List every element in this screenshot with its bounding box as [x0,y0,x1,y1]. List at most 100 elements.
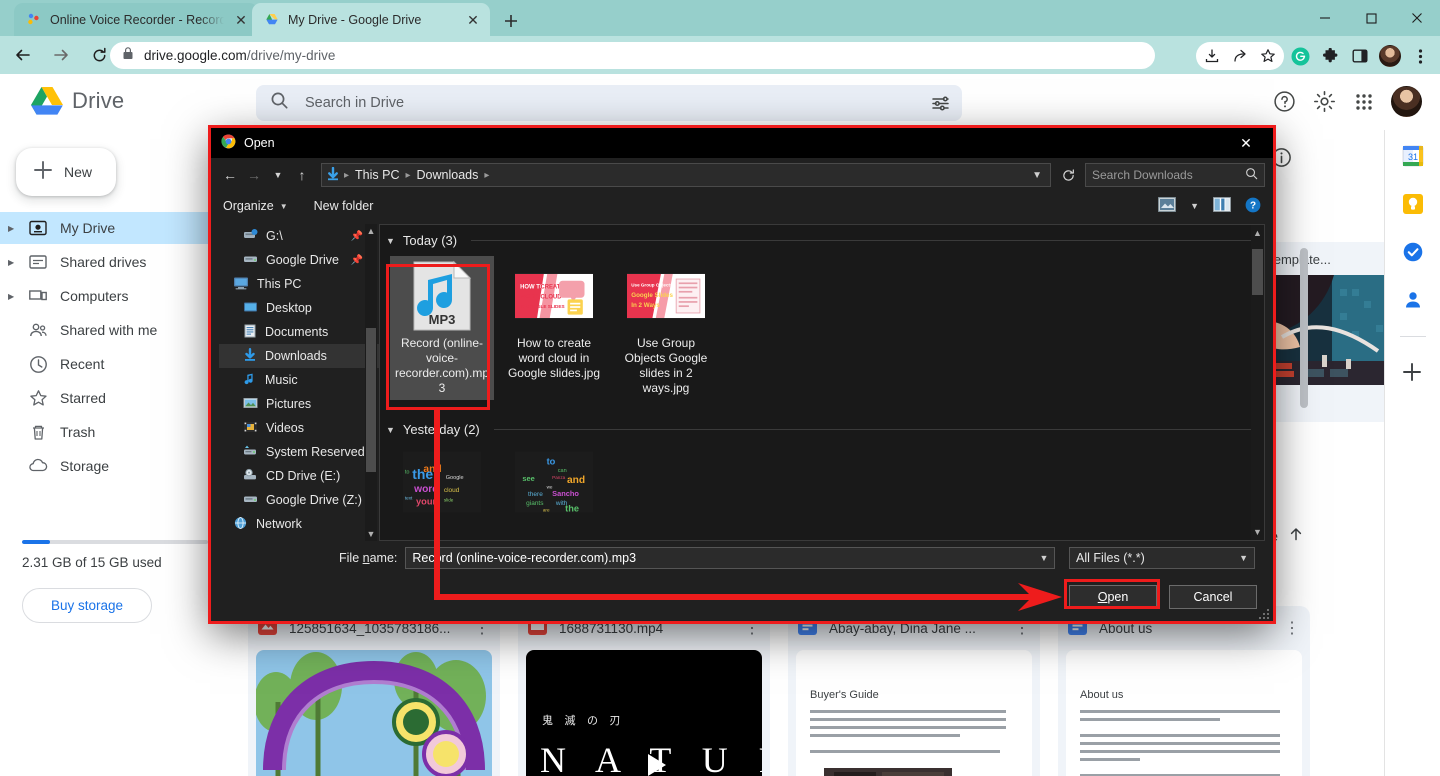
chevron-right-icon[interactable]: ▶ [8,258,16,267]
open-button[interactable]: Open [1069,585,1157,609]
nav-pane-item-this-pc[interactable]: This PC [219,272,379,296]
file-card[interactable]: About us ⋮ About us [1058,606,1310,776]
chevron-down-icon[interactable]: ▼ [386,425,395,435]
scroll-down-arrow-icon[interactable]: ▼ [365,527,377,541]
recent-locations-caret-icon[interactable]: ▼ [267,163,289,187]
bookmark-star-icon[interactable] [1254,42,1282,70]
up-one-level-icon[interactable]: ↑ [291,163,313,187]
add-apps-plus-icon[interactable] [1401,361,1425,385]
file-tile[interactable]: HOW TO CREATE WORD CLOUD IN GOOGLE SLIDE… [502,256,606,400]
tab-close-icon[interactable]: ✕ [464,11,482,29]
nav-pane-item-videos[interactable]: Videos [219,416,379,440]
sidebar-item-storage[interactable]: Storage [0,450,230,482]
organize-button[interactable]: Organize ▼ [223,199,288,213]
minimize-icon[interactable] [1302,0,1348,36]
nav-pane-item-g-drive[interactable]: G:\ 📌 [219,224,379,248]
file-tile[interactable]: and the to Google word cloud your text s… [390,445,494,519]
dialog-forward-icon[interactable]: → [243,163,265,187]
dialog-file-list[interactable]: ▼ Today (3) MP3 Record (online-voice-rec… [379,224,1265,541]
nav-pane-item-downloads[interactable]: Downloads [219,344,379,368]
grammarly-icon[interactable] [1286,42,1314,70]
chevron-down-icon[interactable]: ▼ [1239,553,1248,563]
file-card[interactable]: Abay-abay, Dina Jane ... ⋮ Buyer's Guide [788,606,1040,776]
sidebar-item-trash[interactable]: Trash [0,416,230,448]
sidebar-item-recent[interactable]: Recent [0,348,230,380]
sidebar-item-shared-drives[interactable]: ▶ Shared drives [0,246,230,278]
sidebar-item-my-drive[interactable]: ▶ My Drive [0,212,230,244]
scroll-down-arrow-icon[interactable]: ▼ [1251,524,1264,540]
file-tile-selected[interactable]: MP3 Record (online-voice-recorder.com).m… [390,256,494,400]
install-icon[interactable] [1198,42,1226,70]
sidebar-item-starred[interactable]: Starred [0,382,230,414]
profile-avatar[interactable] [1376,42,1404,70]
refresh-icon[interactable] [1057,163,1079,187]
browser-tab-2[interactable]: My Drive - Google Drive ✕ [252,3,490,36]
scrollbar-thumb[interactable] [1252,249,1263,295]
sidebar-item-computers[interactable]: ▶ Computers [0,280,230,312]
file-card[interactable]: 125851634_1035783186... ⋮ [248,606,500,776]
chevron-down-icon[interactable]: ▼ [1039,553,1048,563]
forward-icon[interactable] [46,40,76,70]
file-card-menu-icon[interactable]: ⋮ [1284,618,1300,638]
change-view-icon[interactable] [1158,197,1176,215]
tune-icon[interactable] [931,94,950,118]
file-card[interactable]: 1688731130.mp4 ⋮ 鬼 滅 の 刃 N A T U R A L [518,606,770,776]
resize-grip[interactable] [1259,608,1269,619]
extensions-puzzle-icon[interactable] [1316,42,1344,70]
buy-storage-button[interactable]: Buy storage [22,588,152,623]
google-apps-grid-icon[interactable] [1351,89,1377,115]
chrome-menu-icon[interactable] [1406,42,1434,70]
browser-tab-1[interactable]: Online Voice Recorder - Record V ✕ [14,3,258,36]
chevron-down-icon[interactable]: ▼ [386,236,395,246]
nav-pane-item-music[interactable]: Music [219,368,379,392]
tab-close-icon[interactable]: ✕ [232,11,250,29]
new-tab-button[interactable] [498,8,524,34]
breadcrumb-dropdown-caret-icon[interactable]: ▼ [1032,170,1046,181]
dialog-back-icon[interactable]: ← [219,163,241,187]
cancel-button[interactable]: Cancel [1169,585,1257,609]
google-calendar-icon[interactable]: 31 [1401,144,1425,168]
chevron-right-icon[interactable]: ▶ [8,224,16,233]
google-keep-icon[interactable] [1401,192,1425,216]
scrollbar-thumb[interactable] [366,328,376,472]
file-tile[interactable]: to can Panza see and we there Sancho gia… [502,445,606,519]
nav-pane-scrollbar[interactable]: ▲ ▼ [365,224,377,541]
share-icon[interactable] [1226,42,1254,70]
open-file-dialog[interactable]: Open ✕ ← → ▼ ↑ ▸ This PC ▸ Downloads ▸ ▼ [210,127,1274,622]
file-name-input[interactable]: Record (online-voice-recorder.com).mp3 ▼ [405,547,1056,569]
back-icon[interactable] [8,40,38,70]
nav-pane-item-google-drive[interactable]: Google Drive 📌 [219,248,379,272]
scroll-up-arrow-icon[interactable]: ▲ [365,224,377,238]
breadcrumb[interactable]: ▸ This PC ▸ Downloads ▸ ▼ [321,163,1051,187]
maximize-icon[interactable] [1348,0,1394,36]
pin-icon[interactable]: 📌 [351,255,363,266]
close-icon[interactable] [1394,0,1440,36]
file-tile[interactable]: Use Group Objects: Google Slides In 2 Wa… [614,256,718,400]
sidebar-item-shared-with-me[interactable]: Shared with me [0,314,230,346]
side-panel-icon[interactable] [1346,42,1374,70]
settings-gear-icon[interactable] [1311,89,1337,115]
file-group-header[interactable]: ▼ Yesterday (2) [380,414,1264,439]
nav-pane-item-google-drive-z[interactable]: Google Drive (Z:) [219,488,379,512]
drive-logo[interactable]: Drive [30,86,124,116]
scroll-up-arrow-icon[interactable]: ▲ [1251,225,1264,241]
nav-pane-item-network[interactable]: Network [219,512,379,536]
nav-pane-item-desktop[interactable]: Desktop [219,296,379,320]
dialog-help-icon[interactable]: ? [1245,197,1261,216]
file-type-filter-select[interactable]: All Files (*.*) ▼ [1069,547,1255,569]
new-folder-button[interactable]: New folder [314,199,374,213]
account-avatar[interactable] [1391,86,1422,117]
help-icon[interactable] [1271,89,1297,115]
pin-icon[interactable]: 📌 [351,231,363,242]
new-button[interactable]: New [16,148,116,196]
nav-pane-item-system-reserved[interactable]: System Reserved [219,440,379,464]
chevron-right-icon[interactable]: ▶ [8,292,16,301]
google-tasks-icon[interactable] [1401,240,1425,264]
address-bar[interactable]: drive.google.com/drive/my-drive [110,42,1155,69]
content-scrollbar[interactable] [1300,248,1308,408]
dialog-close-icon[interactable]: ✕ [1225,128,1267,158]
nav-pane-item-documents[interactable]: Documents [219,320,379,344]
breadcrumb-item[interactable]: Downloads [415,168,481,182]
google-contacts-icon[interactable] [1401,288,1425,312]
nav-pane-item-cd-drive[interactable]: CD Drive (E:) [219,464,379,488]
